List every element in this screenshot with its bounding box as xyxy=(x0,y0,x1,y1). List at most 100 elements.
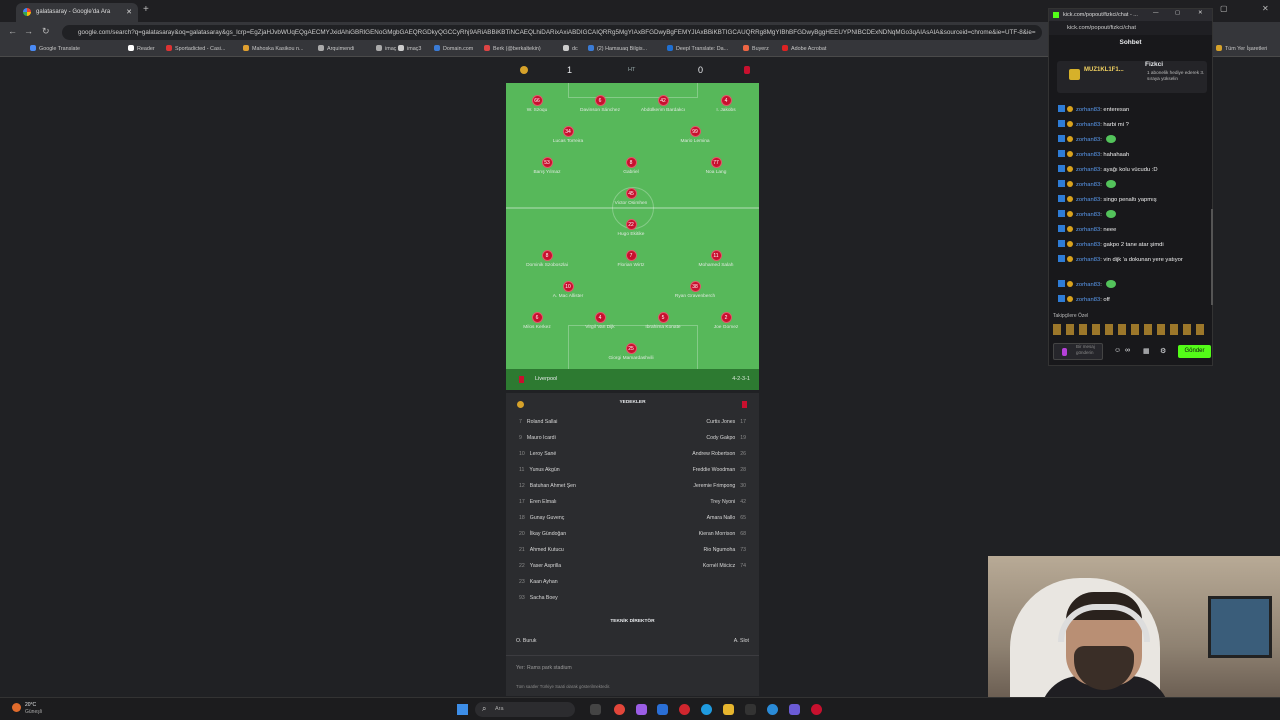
bookmark-item[interactable]: (2) Hamsuaq Bilgis... xyxy=(588,45,647,52)
microphone-icon[interactable] xyxy=(1062,348,1067,356)
bookmark-item[interactable]: Domain.com xyxy=(434,45,473,52)
bookmark-item[interactable]: Adobe Acrobat xyxy=(782,45,826,52)
edge-icon[interactable] xyxy=(701,704,712,715)
chat-message[interactable]: zorhan83: ayağı kolu vücudu :D xyxy=(1058,165,1208,175)
home-sub-row[interactable]: 93 Sacha Boey xyxy=(514,595,558,601)
home-sub-row[interactable]: 23 Kaan Ayhan xyxy=(514,579,558,585)
windows-start-icon[interactable] xyxy=(457,704,468,715)
lineup-player[interactable]: 42 Abdülkerim Bardakcı xyxy=(628,95,698,113)
chat-username[interactable]: zorhan83 xyxy=(1076,182,1100,188)
lineup-player[interactable]: 6 Davinson Sánchez xyxy=(565,95,635,113)
home-sub-row[interactable]: 18 Gunay Guvenç xyxy=(514,515,564,521)
chat-message[interactable]: zorhan83: vin dijk 'a dokunan yere yatıy… xyxy=(1058,255,1208,265)
home-sub-row[interactable]: 10 Leroy Sané xyxy=(514,451,556,457)
app-icon[interactable] xyxy=(811,704,822,715)
chat-message[interactable]: zorhan83: harbi mi ? xyxy=(1058,120,1208,130)
taskbar-search[interactable]: ⌕ Ara xyxy=(475,702,575,717)
new-tab-icon[interactable]: + xyxy=(143,4,149,15)
home-sub-row[interactable]: 22 Yaser Asprilla xyxy=(514,563,561,569)
telegram-icon[interactable] xyxy=(767,704,778,715)
chat-username[interactable]: zorhan83 xyxy=(1076,107,1100,113)
bookmark-item[interactable]: Buyerz xyxy=(743,45,769,52)
chat-message[interactable]: zorhan83: gakpo 2 tane atar şimdi xyxy=(1058,240,1208,250)
away-sub-row[interactable]: Trey Nyoni 42 xyxy=(710,499,751,505)
chat-url-bar[interactable]: kick.com/popout/fizkci/chat xyxy=(1049,21,1212,35)
bookmark-item[interactable]: Reader xyxy=(128,45,155,52)
forward-icon[interactable]: → xyxy=(24,26,33,36)
lineup-player[interactable]: 38 Ryan Gravenberch xyxy=(660,281,730,299)
lineup-player[interactable]: 45 Victor Osimhen xyxy=(596,188,666,206)
bookmark-item[interactable]: imaç xyxy=(376,45,396,52)
maximize-icon[interactable]: ▢ xyxy=(1220,4,1228,13)
chat-username[interactable]: zorhan83 xyxy=(1076,242,1100,248)
address-bar[interactable]: google.com/search?q=galatasaray&oq=galat… xyxy=(62,25,1042,40)
bookmark-item[interactable]: Tüm Yer İşaretleri xyxy=(1216,45,1267,52)
chat-message[interactable]: zorhan83: neee xyxy=(1058,225,1208,235)
file-explorer-icon[interactable] xyxy=(723,704,734,715)
chat-username[interactable]: zorhan83 xyxy=(1076,212,1100,218)
chat-close-icon[interactable]: ✕ xyxy=(1198,10,1203,16)
bookmark-item[interactable]: dc xyxy=(563,45,578,52)
home-sub-row[interactable]: 9 Mauro Icardi xyxy=(514,435,556,441)
lineup-player[interactable]: 22 Hugo Ekitike xyxy=(596,219,666,237)
chat-username[interactable]: zorhan83 xyxy=(1076,122,1100,128)
chat-message[interactable]: zorhan83: hahahaah xyxy=(1058,150,1208,160)
opera-icon[interactable] xyxy=(679,704,690,715)
lineup-player[interactable]: 25 Giorgi Mamardashvili xyxy=(596,343,666,361)
home-sub-row[interactable]: 7 Roland Sallai xyxy=(514,419,557,425)
chat-maximize-icon[interactable]: ▢ xyxy=(1175,10,1180,16)
chat-scrollbar[interactable] xyxy=(1211,209,1213,305)
lineup-player[interactable]: 53 Barış Yılmaz xyxy=(512,157,582,175)
chat-username[interactable]: zorhan83 xyxy=(1076,257,1100,263)
chat-message[interactable]: zorhan83: xyxy=(1058,210,1208,220)
lineup-player[interactable]: 77 Noa Lang xyxy=(681,157,751,175)
close-tab-icon[interactable]: ✕ xyxy=(126,8,132,16)
lineup-player[interactable]: 10 A. Mac Allister xyxy=(533,281,603,299)
chat-username[interactable]: zorhan83 xyxy=(1076,137,1100,143)
chat-username[interactable]: zorhan83 xyxy=(1076,197,1100,203)
bookmark-item[interactable]: Sportadicted - Casi... xyxy=(166,45,225,52)
bookmark-item[interactable]: Mahoska Kasikou n... xyxy=(243,45,304,52)
close-window-icon[interactable]: ✕ xyxy=(1262,4,1269,13)
chat-message[interactable]: zorhan83: off xyxy=(1058,295,1208,305)
bookmark-item[interactable]: Arquimendi xyxy=(318,45,354,52)
weather-icon[interactable] xyxy=(12,703,21,712)
terminal-icon[interactable] xyxy=(745,704,756,715)
chat-message[interactable]: zorhan83: xyxy=(1058,180,1208,190)
away-sub-row[interactable]: Freddie Woodman 28 xyxy=(693,467,751,473)
gift-icon[interactable]: ▦ xyxy=(1143,347,1150,355)
lineup-player[interactable]: 5 Ibrahima Konate xyxy=(628,312,698,330)
settings-icon[interactable]: ⚙ xyxy=(1160,347,1166,355)
send-button[interactable]: Gönder xyxy=(1178,345,1211,358)
lineup-player[interactable]: 4 Virgil Van Dijk xyxy=(565,312,635,330)
home-sub-row[interactable]: 21 Ahmed Kutucu xyxy=(514,547,564,553)
away-sub-row[interactable]: Kornél Mścicz 74 xyxy=(703,563,751,569)
lineup-player[interactable]: 8 Dominik Szoboszlai xyxy=(512,250,582,268)
bookmark-item[interactable]: Berk (@berkaltekin) xyxy=(484,45,541,52)
chat-username[interactable]: zorhan83 xyxy=(1076,297,1100,303)
away-sub-row[interactable]: Curtis Jones 17 xyxy=(706,419,751,425)
home-sub-row[interactable]: 17 Eren Elmalı xyxy=(514,499,557,505)
outlook-icon[interactable] xyxy=(657,704,668,715)
bookmark-item[interactable]: imaç3 xyxy=(398,45,421,52)
chat-minimize-icon[interactable]: — xyxy=(1153,10,1159,16)
home-sub-row[interactable]: 12 Batuhan Ahmet Şen xyxy=(514,483,576,489)
home-sub-row[interactable]: 20 İlkay Gündoğan xyxy=(514,531,566,537)
lineup-player[interactable]: 99 Mario Lemina xyxy=(660,126,730,144)
chat-message[interactable]: zorhan83: xyxy=(1058,135,1208,145)
chat-message[interactable]: zorhan83: enteresan xyxy=(1058,105,1208,115)
away-sub-row[interactable]: Andrew Robertson 26 xyxy=(692,451,751,457)
lineup-player[interactable]: 66 W. Szoqu xyxy=(506,95,572,113)
lineup-player[interactable]: 6 Milos Kerkez xyxy=(506,312,572,330)
chat-message[interactable]: zorhan83: singo penaltı yapmış xyxy=(1058,195,1208,205)
chat-username[interactable]: zorhan83 xyxy=(1076,227,1100,233)
browser-tab[interactable]: galatasaray - Google'da Ara ✕ xyxy=(16,3,138,22)
lineup-player[interactable]: 8 Gabriel xyxy=(596,157,666,175)
back-icon[interactable]: ← xyxy=(8,26,17,36)
bookmark-item[interactable]: Google Translate xyxy=(30,45,80,52)
home-sub-row[interactable]: 11 Yunus Akgün xyxy=(514,467,560,473)
away-sub-row[interactable]: Amara Nallo 65 xyxy=(707,515,751,521)
emote-strip[interactable] xyxy=(1053,324,1209,335)
away-sub-row[interactable]: Rio Ngumoha 73 xyxy=(704,547,752,553)
chat-message[interactable]: zorhan83: xyxy=(1058,280,1208,290)
